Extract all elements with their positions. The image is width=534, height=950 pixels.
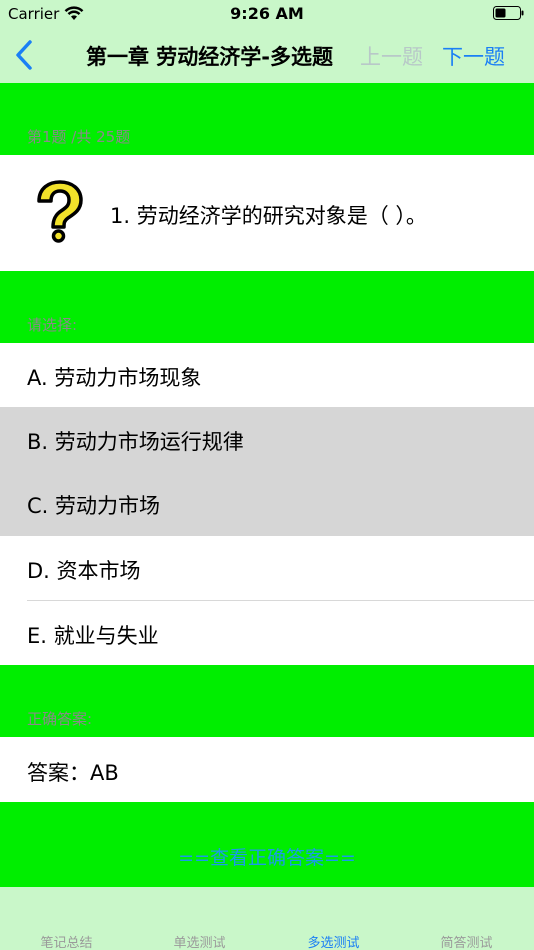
option-b[interactable]: B. 劳动力市场运行规律	[0, 407, 534, 472]
progress-band: 第1题 /共 25题	[0, 83, 534, 155]
nav-bar: 第一章 劳动经济学-多选题 上一题 下一题	[0, 28, 534, 83]
tab-bar: 笔记总结 单选测试 多选测试 简答测试	[0, 887, 534, 950]
correct-answer-label: 正确答案:	[27, 710, 93, 728]
option-a-label: A. 劳动力市场现象	[27, 366, 202, 390]
tab-multiple-choice[interactable]: 多选测试	[267, 932, 400, 950]
show-answer-button[interactable]: ==查看正确答案==	[0, 843, 534, 870]
answer-text: 答案：AB	[27, 761, 119, 785]
tab-short-answer[interactable]: 简答测试	[400, 932, 533, 950]
option-b-label: B. 劳动力市场运行规律	[27, 430, 244, 454]
page-title: 第一章 劳动经济学-多选题	[86, 45, 334, 69]
back-chevron-icon[interactable]	[12, 38, 38, 72]
previous-question-button[interactable]: 上一题	[360, 41, 423, 71]
option-d[interactable]: D. 资本市场	[0, 536, 534, 601]
progress-label: 第1题 /共 25题	[27, 128, 131, 146]
option-c-label: C. 劳动力市场	[27, 494, 161, 518]
question-text: 1. 劳动经济学的研究对象是（ ）。	[110, 204, 427, 228]
status-time: 9:26 AM	[230, 4, 304, 23]
battery-icon	[493, 6, 524, 20]
option-e-label: E. 就业与失业	[27, 624, 159, 648]
choose-band: 请选择:	[0, 271, 534, 343]
question-card: 1. 劳动经济学的研究对象是（ ）。	[0, 155, 534, 271]
correct-answer-band: 正确答案:	[0, 665, 534, 737]
show-answer-band: ==查看正确答案==	[0, 802, 534, 887]
choose-label: 请选择:	[27, 316, 78, 334]
next-question-button[interactable]: 下一题	[442, 41, 505, 71]
option-d-label: D. 资本市场	[27, 559, 141, 583]
answer-card: 答案：AB	[0, 737, 534, 802]
status-bar: Carrier 9:26 AM	[0, 0, 534, 28]
option-e[interactable]: E. 就业与失业	[0, 601, 534, 666]
tab-single-choice[interactable]: 单选测试	[133, 932, 266, 950]
question-mark-icon	[37, 180, 83, 243]
option-a[interactable]: A. 劳动力市场现象	[0, 343, 534, 408]
option-c[interactable]: C. 劳动力市场	[0, 471, 534, 536]
tab-notes[interactable]: 笔记总结	[0, 932, 133, 950]
